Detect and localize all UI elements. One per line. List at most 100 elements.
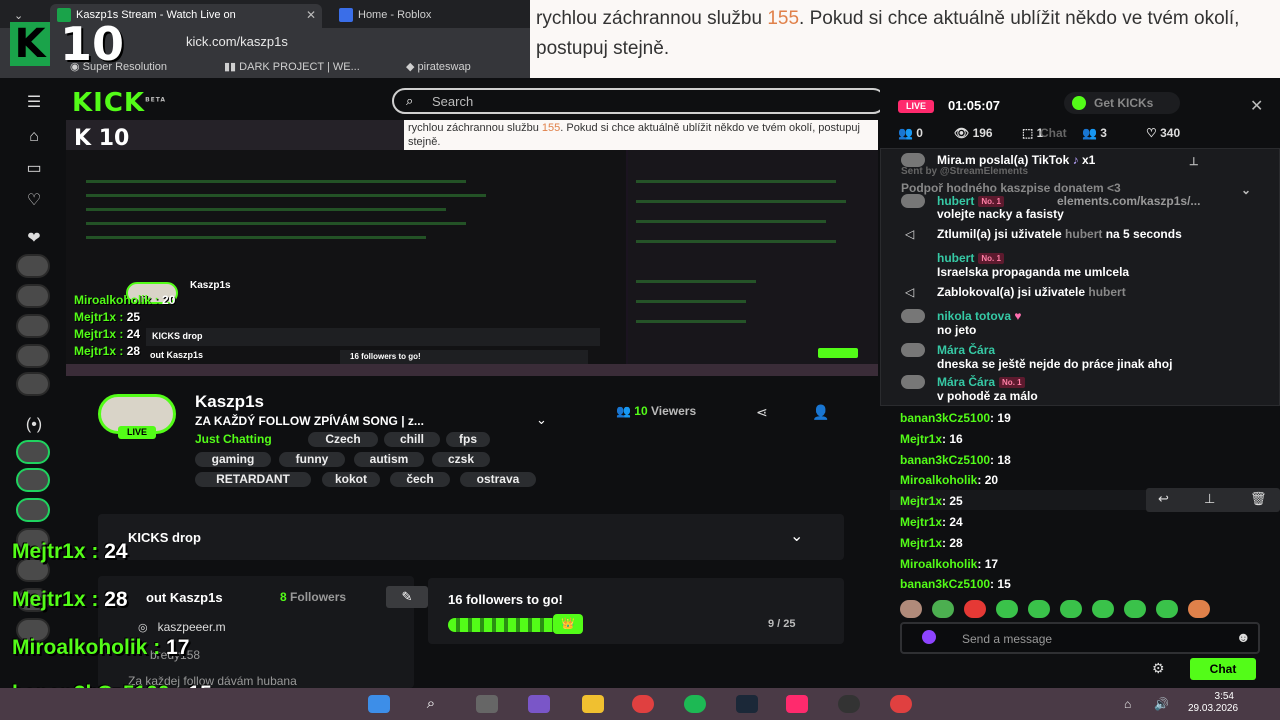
browse-icon[interactable]: ▭: [20, 158, 48, 180]
stream-video[interactable]: K 10 rychlou záchrannou službu 155. Poku…: [66, 120, 878, 376]
block-icon: ◁: [905, 285, 915, 299]
tab-roblox[interactable]: Home - Roblox: [332, 4, 528, 28]
avatar[interactable]: [16, 498, 50, 522]
live-badge: LIVE: [118, 426, 156, 439]
nested-text-stripe: [86, 222, 466, 225]
nested-chat-button: [818, 348, 858, 358]
chevron-down-icon[interactable]: ⌄: [790, 526, 803, 546]
chrome-icon[interactable]: [632, 695, 654, 713]
stream-uptime: 01:05:07: [948, 98, 1001, 113]
heart-icon[interactable]: ❤: [20, 228, 48, 250]
nested-goal: 16 followers to go!: [340, 350, 588, 364]
avatar[interactable]: [16, 314, 50, 338]
avatar[interactable]: [16, 440, 50, 464]
nested-kicks-drop: KICKS drop: [146, 328, 600, 346]
chevron-down-icon[interactable]: ⌄: [536, 412, 547, 428]
tag[interactable]: funny: [279, 452, 345, 467]
emote-icon[interactable]: [996, 600, 1018, 618]
emote-icon[interactable]: [1156, 600, 1178, 618]
tag[interactable]: kokot: [322, 472, 380, 487]
chevron-down-icon[interactable]: ⌄: [1241, 183, 1251, 197]
spotify-icon[interactable]: [684, 695, 706, 713]
tag[interactable]: autism: [354, 452, 424, 467]
tag[interactable]: gaming: [195, 452, 271, 467]
edit-button[interactable]: ✎: [386, 586, 428, 608]
tag[interactable]: Czech: [308, 432, 378, 447]
gear-icon[interactable]: ⚙: [1152, 660, 1165, 677]
reply-icon[interactable]: ↩: [1158, 491, 1169, 507]
emote-icon[interactable]: [932, 600, 954, 618]
avatar[interactable]: [16, 254, 50, 278]
avatar[interactable]: [16, 372, 50, 396]
kick-logo[interactable]: KICKBETA: [72, 88, 166, 118]
bookmark-item[interactable]: ◆ pirateswap: [406, 60, 471, 73]
emote-icon[interactable]: [1060, 600, 1082, 618]
send-chat-button[interactable]: Chat: [1190, 658, 1256, 680]
network-icon[interactable]: ⌂: [1124, 697, 1131, 711]
tag[interactable]: čech: [390, 472, 450, 487]
chat-label: Chat: [1040, 126, 1067, 140]
tag[interactable]: czsk: [432, 452, 490, 467]
avatar[interactable]: [16, 468, 50, 492]
category-link[interactable]: Just Chatting: [195, 432, 272, 446]
steam-icon[interactable]: [736, 695, 758, 713]
avatar[interactable]: [16, 344, 50, 368]
share-icon[interactable]: ⋖: [756, 404, 768, 421]
close-icon[interactable]: ✕: [1250, 96, 1263, 116]
stream-title: ZA KAŽDÝ FOLLOW ZPÍVÁM SONG | z...: [195, 414, 424, 428]
chat-text: Israelska propaganda me umlcela: [937, 265, 1130, 279]
obs-icon[interactable]: [838, 695, 860, 713]
chat-message: nikola totova ♥: [937, 309, 1022, 323]
tag[interactable]: fps: [446, 432, 490, 447]
instagram-link[interactable]: ◎ kaszpeeer.m: [138, 620, 226, 634]
emote-icon[interactable]: [1028, 600, 1050, 618]
emote-icon[interactable]: [1188, 600, 1210, 618]
help-notice: rychlou záchrannou službu 155. Pokud si …: [530, 0, 1280, 78]
kicks-drop-panel[interactable]: KICKS drop ⌄: [98, 514, 844, 560]
chat-input[interactable]: Send a message ☻: [900, 622, 1260, 654]
chat-panel: LIVE 01:05:07 Get KICKs ✕ 👥 0 👁 196 ⬚ 1 …: [880, 88, 1280, 688]
tag[interactable]: RETARDANT: [195, 472, 311, 487]
start-icon[interactable]: [368, 695, 390, 713]
bookmark-item[interactable]: ▮▮ DARK PROJECT | WE...: [224, 60, 360, 73]
chrome-icon[interactable]: [890, 695, 912, 713]
avatar[interactable]: [16, 284, 50, 308]
following-icon[interactable]: ♡: [20, 190, 48, 212]
get-kicks-button[interactable]: Get KICKs: [1064, 92, 1180, 114]
delete-icon[interactable]: 🗑: [1250, 491, 1267, 507]
pin-icon[interactable]: ⊥: [1189, 155, 1199, 168]
volume-icon[interactable]: 🔊: [1154, 697, 1169, 711]
home-icon[interactable]: ⌂: [20, 126, 48, 148]
tag[interactable]: ostrava: [460, 472, 536, 487]
search-input[interactable]: ⌕ Search: [392, 88, 886, 114]
menu-icon[interactable]: ☰: [20, 92, 48, 114]
tag[interactable]: chill: [384, 432, 440, 447]
chat-message: banan3kCz5100: 18: [900, 453, 1011, 467]
viewer-count: 👥 10 Viewers: [616, 404, 697, 418]
url-field[interactable]: kick.com/kaszp1s: [186, 34, 288, 49]
emote-icon[interactable]: [1124, 600, 1146, 618]
donate-url[interactable]: elements.com/kaszp1s/...: [1057, 194, 1200, 208]
live-icon[interactable]: (•): [20, 414, 48, 436]
follow-user-icon[interactable]: 👤: [812, 404, 829, 421]
followers-count: 8 Followers: [280, 590, 347, 604]
emoji-icon[interactable]: ☻: [1236, 629, 1251, 645]
nested-body: Kaszp1s KICKS drop out Kaszp1s 16 follow…: [66, 150, 626, 364]
overlay-alert: Miroalkoholik : 17: [12, 636, 190, 659]
tiktok-icon[interactable]: [786, 695, 808, 713]
emote-icon[interactable]: [964, 600, 986, 618]
avatar: [901, 343, 925, 357]
chat-message[interactable]: Mejtr1x: 25: [900, 494, 963, 508]
taskview-icon[interactable]: [476, 695, 498, 713]
mute-icon: ◁: [905, 227, 915, 241]
folder-icon[interactable]: [582, 695, 604, 713]
pin-icon[interactable]: ⊥: [1204, 491, 1215, 507]
channel-name[interactable]: Kaszp1s: [195, 392, 264, 412]
app-icon[interactable]: [528, 695, 550, 713]
search-icon[interactable]: ⌕: [420, 695, 442, 713]
emote-icon[interactable]: [900, 600, 922, 618]
emote-icon[interactable]: [1092, 600, 1114, 618]
close-icon[interactable]: ✕: [306, 4, 316, 26]
donate-line: Podpoř hodného kaszpise donatem <3: [901, 181, 1121, 195]
clock[interactable]: 3:54 29.03.2026: [1188, 691, 1238, 715]
